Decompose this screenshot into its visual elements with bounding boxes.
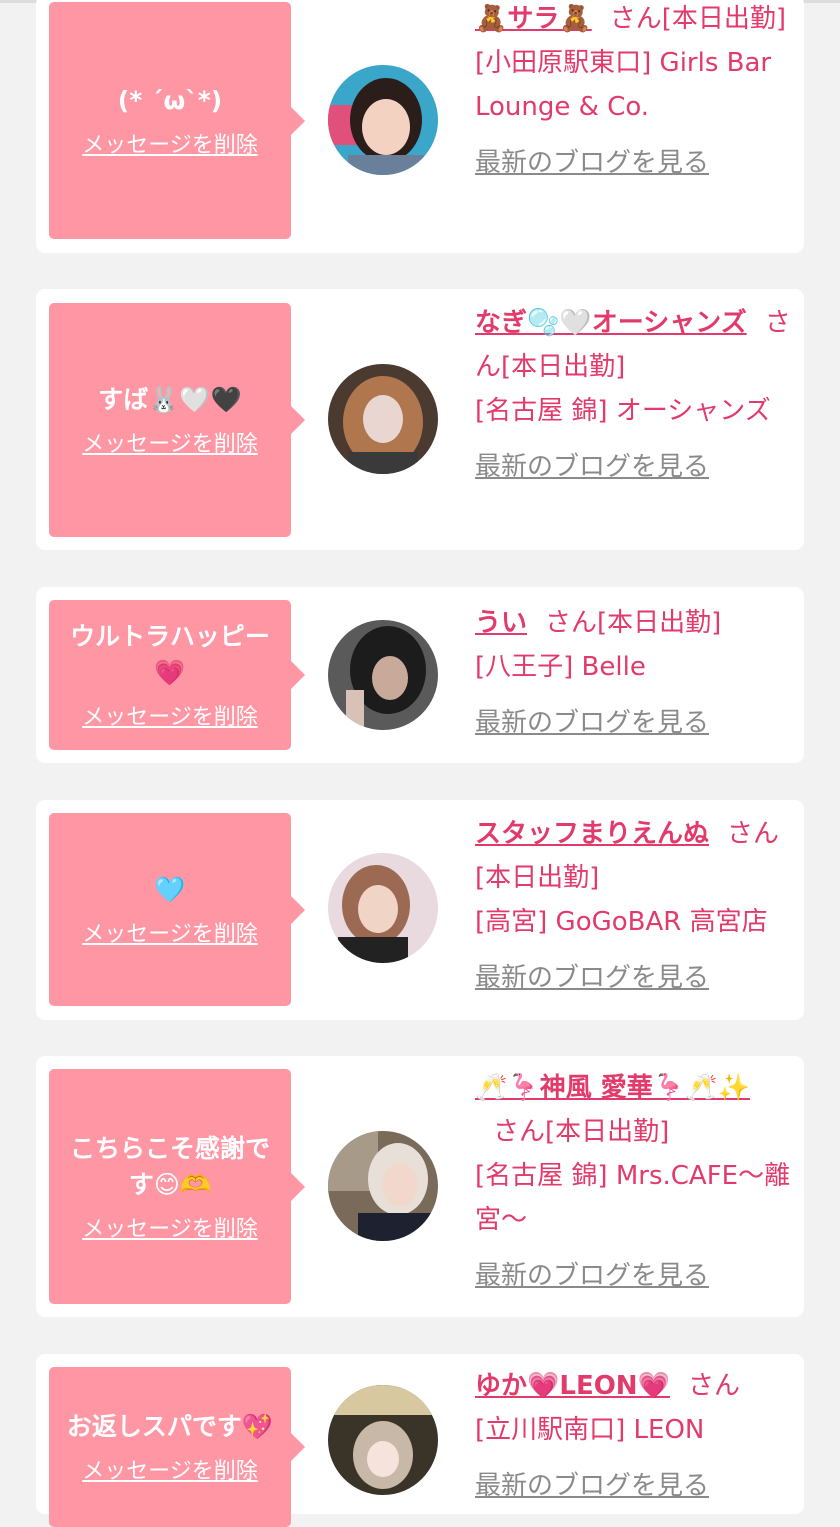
cast-status: さん (687, 1371, 740, 1401)
avatar[interactable] (328, 1385, 438, 1495)
cast-info: うい さん[本日出勤] [八王子] Belle 最新のブログを見る (475, 601, 793, 745)
cast-name-link[interactable]: なぎ🫧🤍オーシャンズ (475, 308, 747, 338)
cast-name-link[interactable]: スタッフまりえんぬ (475, 819, 709, 849)
shop-name: [小田原駅東口] Girls Bar Lounge & Co. (475, 48, 772, 122)
avatar[interactable] (328, 853, 438, 963)
blog-link[interactable]: 最新のブログを見る (475, 445, 793, 489)
delete-message-link[interactable]: メッセージを削除 (82, 699, 258, 731)
blog-link[interactable]: 最新のブログを見る (475, 141, 793, 185)
blog-link[interactable]: 最新のブログを見る (475, 1254, 793, 1298)
message-text: すば🐰🤍🖤 (98, 385, 242, 414)
cast-info: なぎ🫧🤍オーシャンズ さん[本日出勤] [名古屋 錦] オーシャンズ 最新のブログ… (475, 301, 793, 489)
message-card: お返しスパです💖 メッセージを削除 ゆか💗LEON💗 さん [立川駅南口] LEO… (36, 1354, 804, 1527)
cast-status: さん[本日出勤] (545, 608, 722, 638)
message-text: ウルトラハッピー💗 (70, 622, 270, 687)
message-text: 🩵 (154, 874, 186, 904)
blog-link[interactable]: 最新のブログを見る (475, 1464, 793, 1508)
cast-name-link[interactable]: うい (475, 608, 527, 638)
avatar[interactable] (328, 364, 438, 474)
shop-name: [立川駅南口] LEON (475, 1415, 705, 1445)
message-card: すば🐰🤍🖤 メッセージを削除 なぎ🫧🤍オーシャンズ さん[本日出勤] [名古屋 錦… (36, 289, 804, 550)
cast-name-link[interactable]: 🧸サラ🧸 (475, 4, 592, 34)
shop-name: [高宮] GoGoBAR 高宮店 (475, 907, 768, 937)
cast-name-link[interactable]: ゆか💗LEON💗 (475, 1371, 670, 1401)
message-bubble: ウルトラハッピー💗 メッセージを削除 (49, 600, 305, 750)
cast-info: ゆか💗LEON💗 さん [立川駅南口] LEON 最新のブログを見る (475, 1364, 793, 1508)
shop-name: [名古屋 錦] オーシャンズ (475, 396, 771, 426)
message-card: こちらこそ感謝です😊🫶 メッセージを削除 🥂🦩神風 愛華🦩🥂✨さん[本日出勤] … (36, 1056, 804, 1317)
blog-link[interactable]: 最新のブログを見る (475, 701, 793, 745)
cast-name-link[interactable]: 🥂🦩神風 愛華🦩🥂✨ (475, 1073, 750, 1103)
shop-name: [八王子] Belle (475, 652, 646, 682)
message-text: (* ´ω`*) (117, 85, 223, 115)
message-text: こちらこそ感謝です😊🫶 (69, 1133, 270, 1199)
message-card: (* ´ω`*) メッセージを削除 🧸サラ🧸 さん[本日出勤] [小田原駅東口] … (36, 0, 804, 253)
avatar[interactable] (328, 620, 438, 730)
cast-info: 🥂🦩神風 愛華🦩🥂✨さん[本日出勤] [名古屋 錦] Mrs.CAFE〜離宮〜 … (475, 1066, 793, 1298)
message-bubble: 🩵 メッセージを削除 (49, 813, 305, 1006)
delete-message-link[interactable]: メッセージを削除 (82, 426, 258, 458)
cast-info: 🧸サラ🧸 さん[本日出勤] [小田原駅東口] Girls Bar Lounge &… (475, 0, 793, 185)
delete-message-link[interactable]: メッセージを削除 (82, 916, 258, 948)
message-bubble: すば🐰🤍🖤 メッセージを削除 (49, 303, 305, 537)
message-text: お返しスパです💖 (66, 1412, 274, 1441)
cast-info: スタッフまりえんぬ さん[本日出勤] [高宮] GoGoBAR 高宮店 最新のブロ… (475, 812, 793, 1000)
delete-message-link[interactable]: メッセージを削除 (82, 1211, 258, 1243)
delete-message-link[interactable]: メッセージを削除 (82, 1453, 258, 1485)
message-bubble: お返しスパです💖 メッセージを削除 (49, 1367, 305, 1527)
cast-status: さん[本日出勤] (493, 1117, 670, 1147)
delete-message-link[interactable]: メッセージを削除 (82, 127, 258, 159)
message-bubble: (* ´ω`*) メッセージを削除 (49, 2, 305, 239)
message-bubble: こちらこそ感謝です😊🫶 メッセージを削除 (49, 1069, 305, 1304)
avatar[interactable] (328, 1131, 438, 1241)
avatar[interactable] (328, 65, 438, 175)
blog-link[interactable]: 最新のブログを見る (475, 956, 793, 1000)
cast-status: さん[本日出勤] (609, 4, 787, 34)
shop-name: [名古屋 錦] Mrs.CAFE〜離宮〜 (475, 1161, 791, 1235)
message-card: ウルトラハッピー💗 メッセージを削除 うい さん[本日出勤] [八王子] Bell… (36, 587, 804, 763)
message-card: 🩵 メッセージを削除 スタッフまりえんぬ さん[本日出勤] [高宮] GoGoBA… (36, 800, 804, 1020)
